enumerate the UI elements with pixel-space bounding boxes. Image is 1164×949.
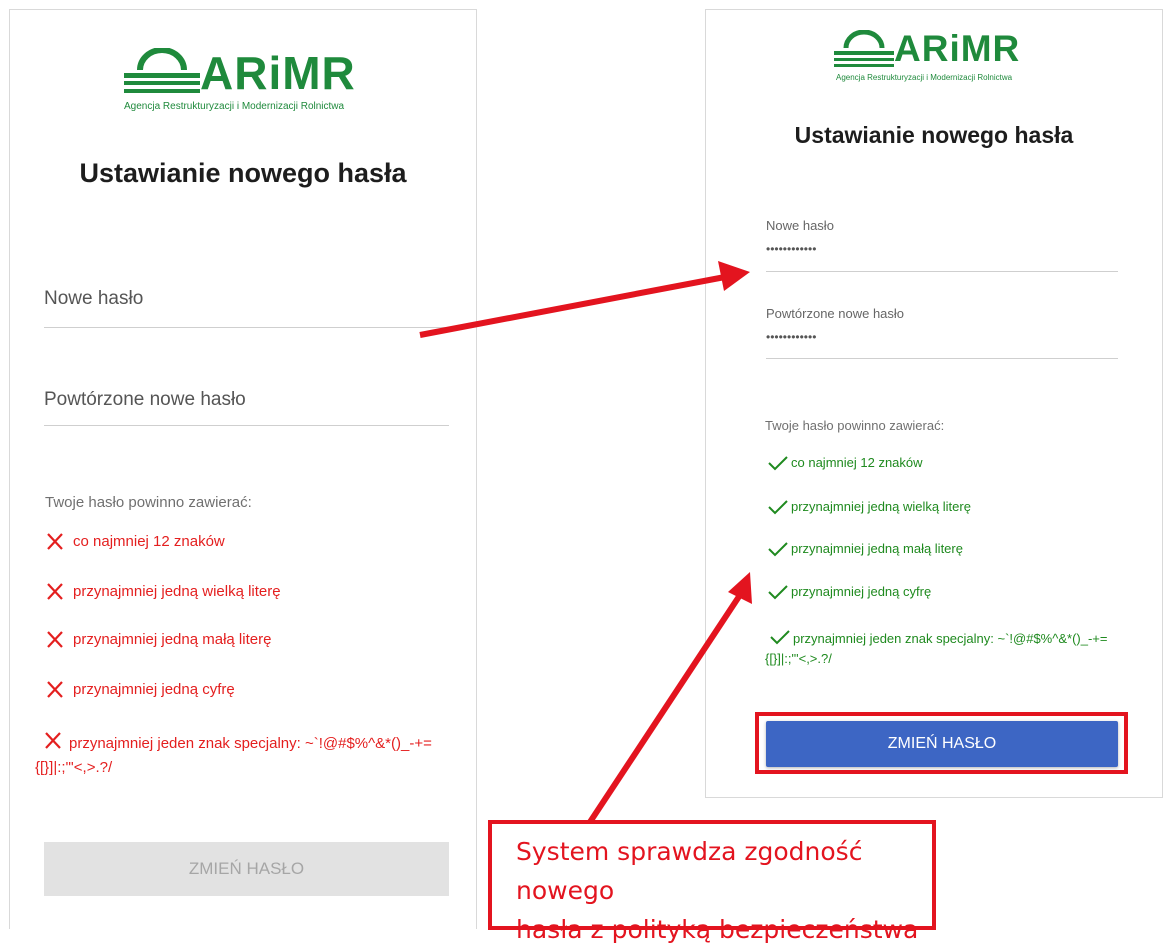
callout-line-1: System sprawdza zgodność nowego [516,837,863,905]
callout-line-2: hasła z polityką bezpieczeństwa [516,915,919,944]
annotation-arrows [419,261,752,824]
annotation-callout: System sprawdza zgodność nowego hasła z … [488,820,936,944]
arrow-to-fields [419,261,750,338]
arrow-to-requirements [587,572,752,824]
